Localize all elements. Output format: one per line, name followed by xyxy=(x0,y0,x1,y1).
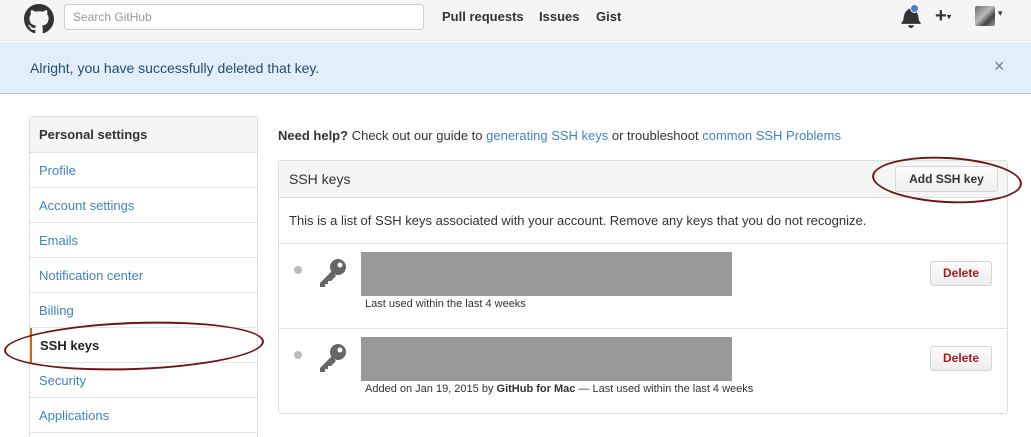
settings-sidebar: Personal settings Profile Account settin… xyxy=(29,116,258,437)
key-usage-meta: Last used within the last 4 weeks xyxy=(365,298,526,310)
top-navbar: Pull requests Issues Gist +▾ ▾ xyxy=(0,0,1031,41)
key-status-dot xyxy=(294,266,302,274)
generating-ssh-keys-link[interactable]: generating SSH keys xyxy=(486,128,608,143)
panel-header: SSH keys Add SSH key xyxy=(279,161,1007,198)
search-input[interactable] xyxy=(64,4,424,30)
sidebar-item-billing[interactable]: Billing xyxy=(30,293,257,328)
add-ssh-key-button[interactable]: Add SSH key xyxy=(895,166,998,192)
help-text-1: Check out our guide to xyxy=(351,128,483,143)
sidebar-item-notification-center[interactable]: Notification center xyxy=(30,258,257,293)
delete-key-button[interactable]: Delete xyxy=(930,346,992,371)
avatar[interactable] xyxy=(975,6,995,26)
sidebar-item-applications[interactable]: Applications xyxy=(30,398,257,433)
ssh-keys-panel: SSH keys Add SSH key This is a list of S… xyxy=(278,160,1008,414)
sidebar-item-account-settings[interactable]: Account settings xyxy=(30,188,257,223)
ssh-key-row: Last used within the last 4 weeks Delete xyxy=(279,244,1007,329)
sidebar-item-ssh-keys[interactable]: SSH keys xyxy=(30,328,257,363)
key-usage-meta: Added on Jan 19, 2015 by GitHub for Mac … xyxy=(365,383,753,395)
delete-key-button[interactable]: Delete xyxy=(930,261,992,286)
notification-dot xyxy=(910,4,919,13)
key-icon xyxy=(320,259,346,287)
help-text-2: or troubleshoot xyxy=(611,128,699,143)
redacted-key-fingerprint xyxy=(361,337,732,381)
key-source: GitHub for Mac xyxy=(496,383,576,395)
redacted-key-fingerprint xyxy=(361,252,732,296)
key-added-text: Added on Jan 19, 2015 by xyxy=(365,383,494,395)
ssh-key-row: Added on Jan 19, 2015 by GitHub for Mac … xyxy=(279,329,1007,414)
key-status-dot xyxy=(294,351,302,359)
panel-description: This is a list of SSH keys associated wi… xyxy=(279,198,1007,244)
github-logo-icon[interactable] xyxy=(24,4,54,34)
sidebar-item-emails[interactable]: Emails xyxy=(30,223,257,258)
sidebar-heading: Personal settings xyxy=(30,117,257,153)
key-icon xyxy=(320,344,346,372)
nav-issues[interactable]: Issues xyxy=(539,9,579,24)
help-text: Need help? Check out our guide to genera… xyxy=(278,128,841,143)
nav-pull-requests[interactable]: Pull requests xyxy=(442,9,524,24)
flash-message: Alright, you have successfully deleted t… xyxy=(30,60,320,76)
sidebar-item-security[interactable]: Security xyxy=(30,363,257,398)
close-icon[interactable]: × xyxy=(994,56,1005,77)
panel-title: SSH keys xyxy=(289,171,351,187)
plus-icon[interactable]: +▾ xyxy=(935,4,951,29)
nav-gist[interactable]: Gist xyxy=(596,9,621,24)
sidebar-item-profile[interactable]: Profile xyxy=(30,153,257,188)
key-last-used: — Last used within the last 4 weeks xyxy=(578,383,754,395)
chevron-down-icon[interactable]: ▾ xyxy=(998,8,1003,19)
common-ssh-problems-link[interactable]: common SSH Problems xyxy=(702,128,841,143)
flash-notice: Alright, you have successfully deleted t… xyxy=(0,42,1031,94)
help-lead: Need help? xyxy=(278,128,349,143)
